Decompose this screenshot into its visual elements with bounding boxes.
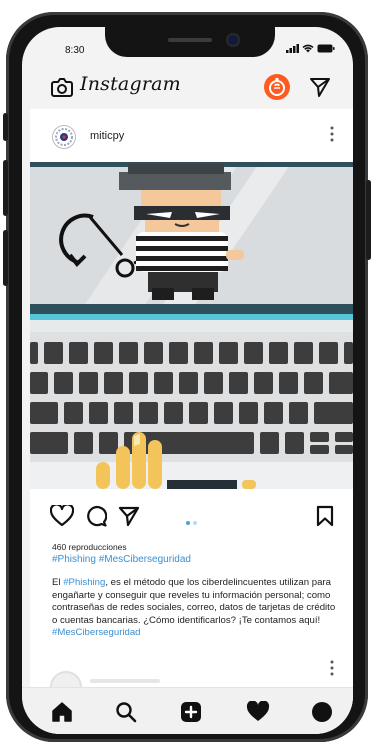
post-caption: El #Phishing, es el método que los ciber… bbox=[52, 577, 337, 640]
notch bbox=[105, 27, 275, 57]
action-row bbox=[30, 502, 353, 530]
top-bar: Instagram bbox=[22, 69, 353, 109]
side-button-volume-down bbox=[3, 230, 8, 286]
home-icon[interactable] bbox=[51, 701, 73, 723]
speaker bbox=[168, 38, 212, 42]
comment-icon[interactable] bbox=[85, 505, 107, 527]
bottom-nav bbox=[22, 687, 353, 734]
more-options-icon[interactable] bbox=[329, 125, 335, 143]
post-media[interactable] bbox=[30, 162, 353, 489]
phone-screen: 8:30 Instagram miticpy 460 reproduccione… bbox=[22, 27, 353, 734]
status-time: 8:30 bbox=[65, 45, 85, 56]
carousel-dot-active bbox=[186, 521, 190, 525]
search-icon[interactable] bbox=[115, 701, 137, 723]
post-username[interactable]: miticpy bbox=[90, 130, 124, 142]
paper-plane-icon[interactable] bbox=[309, 76, 331, 98]
caption-hashtag-phishing[interactable]: #Phishing bbox=[63, 577, 105, 588]
front-camera bbox=[228, 35, 238, 45]
status-icons bbox=[286, 44, 335, 53]
next-post-more-icon[interactable] bbox=[329, 659, 335, 677]
signal-icon bbox=[286, 44, 299, 53]
phishing-illustration bbox=[30, 162, 353, 489]
share-icon[interactable] bbox=[118, 505, 140, 527]
seal-icon bbox=[55, 128, 73, 146]
bookmark-icon[interactable] bbox=[316, 505, 334, 527]
heart-filled-icon[interactable] bbox=[246, 701, 270, 723]
side-button-mute bbox=[3, 113, 8, 141]
carousel-indicator bbox=[186, 512, 200, 530]
hashtag-line[interactable]: #Phishing #MesCiberseguridad bbox=[52, 554, 191, 565]
carousel-dot bbox=[193, 521, 197, 525]
story-button-icon[interactable] bbox=[263, 73, 291, 101]
side-button-power bbox=[366, 180, 371, 260]
user-avatar[interactable] bbox=[52, 125, 76, 149]
post-card: miticpy 460 reproducciones #Phishing #Me… bbox=[30, 109, 353, 734]
heart-outline-icon[interactable] bbox=[50, 505, 74, 527]
post-header: miticpy bbox=[30, 109, 353, 161]
side-button-volume-up bbox=[3, 160, 8, 216]
app-logo: Instagram bbox=[80, 73, 181, 95]
add-post-icon[interactable] bbox=[180, 701, 202, 723]
caption-prefix: El bbox=[52, 577, 64, 588]
caption-hashtag-mes[interactable]: #MesCiberseguridad bbox=[52, 627, 141, 638]
camera-icon[interactable] bbox=[51, 77, 73, 97]
battery-icon bbox=[317, 44, 335, 53]
profile-icon[interactable] bbox=[311, 701, 333, 723]
wifi-icon bbox=[302, 44, 314, 53]
view-count: 460 reproducciones bbox=[52, 542, 127, 552]
next-post-username-placeholder bbox=[90, 679, 160, 683]
